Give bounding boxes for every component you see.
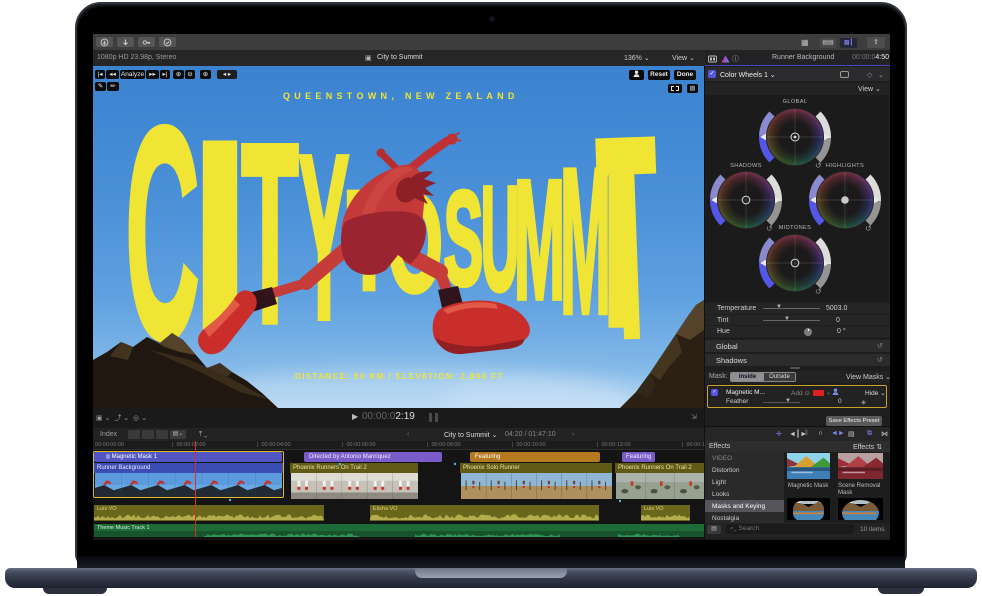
svg-text:T: T — [593, 79, 664, 399]
svg-text:M: M — [514, 147, 565, 336]
svg-text:T: T — [241, 90, 299, 376]
